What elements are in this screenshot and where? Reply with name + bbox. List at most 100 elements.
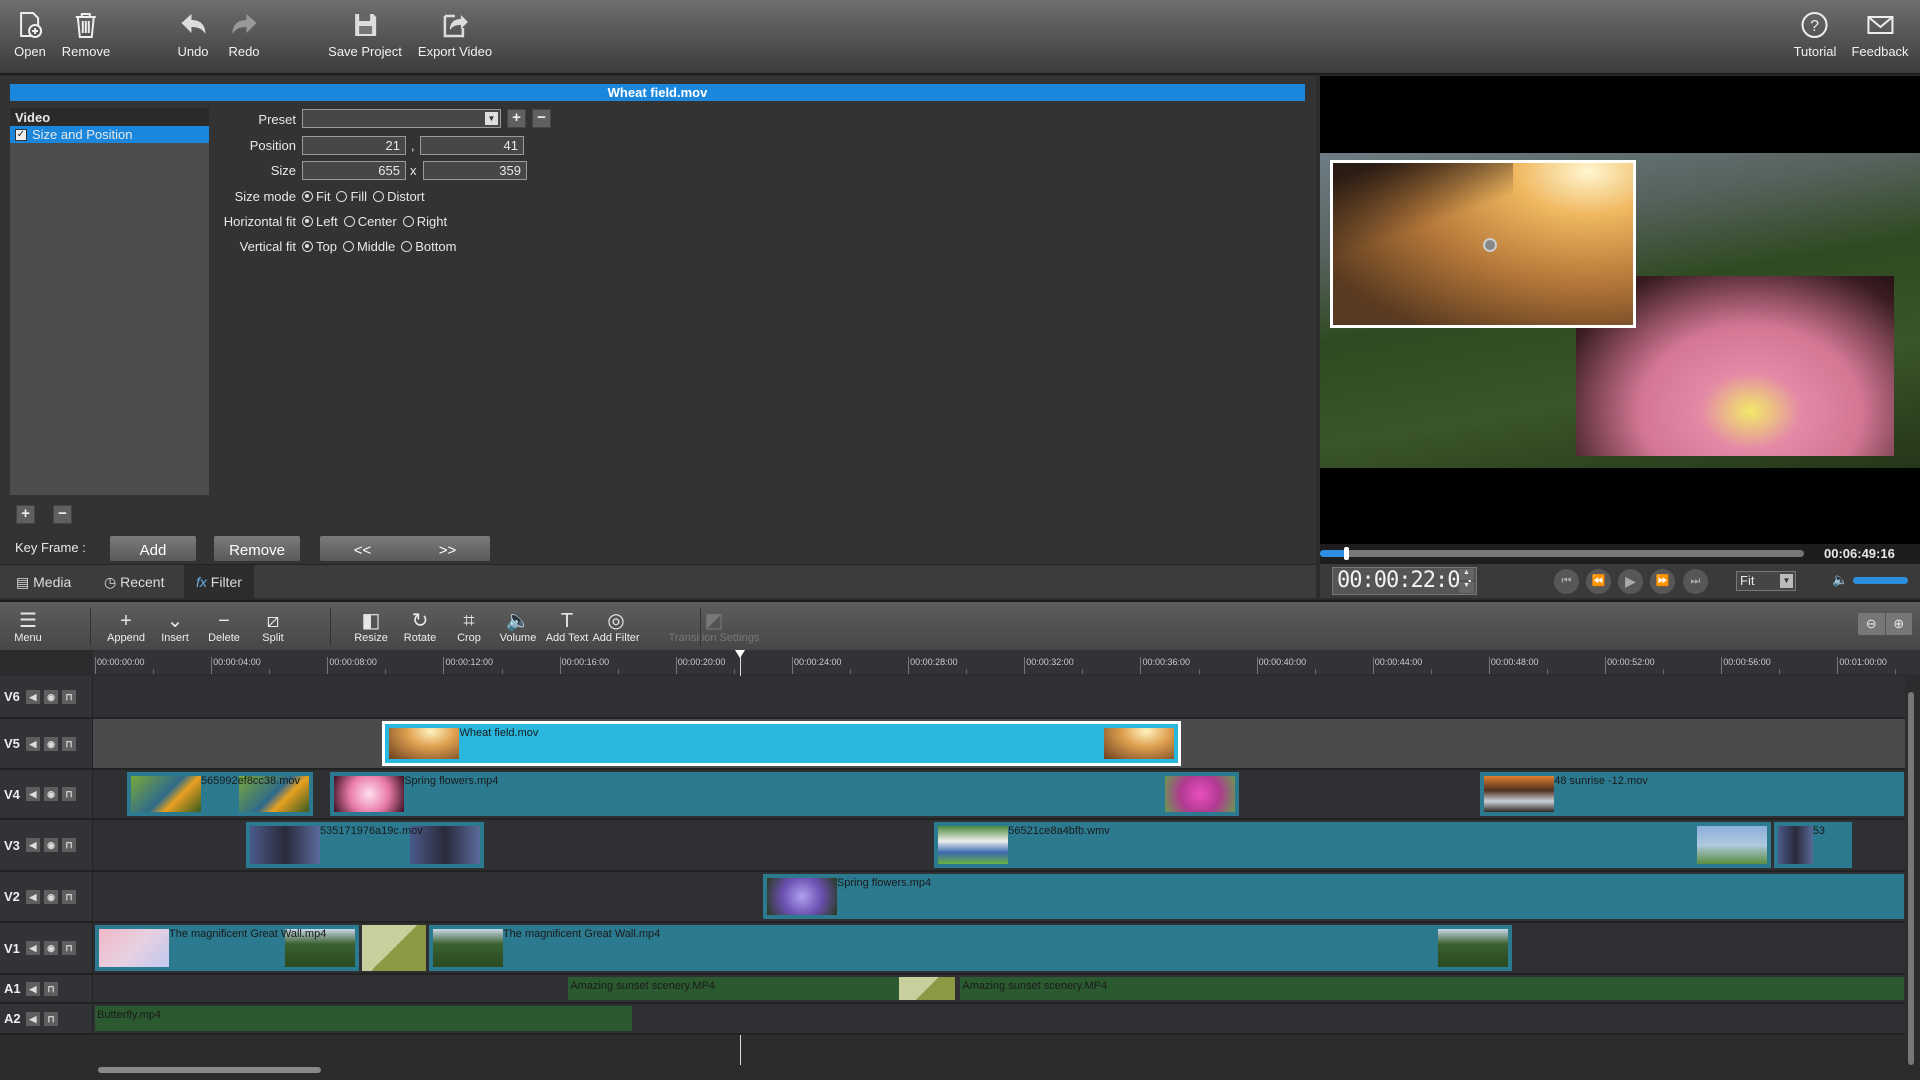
list-item-size-and-position[interactable]: ✓ Size and Position (10, 126, 209, 143)
skip-start-button[interactable]: ⏮ (1554, 569, 1579, 594)
tutorial-button[interactable]: ? Tutorial (1794, 10, 1836, 59)
volume-button[interactable]: 🔈 Volume (500, 610, 537, 644)
radio-top[interactable]: Top (302, 239, 337, 254)
remove-filter-button[interactable]: − (53, 505, 72, 524)
lock-icon[interactable]: ⊓ (44, 981, 58, 996)
transition[interactable] (362, 925, 427, 971)
rotate-button[interactable]: ↻ Rotate (404, 610, 436, 644)
timecode-up-button[interactable]: ▲ (1459, 569, 1474, 580)
clip[interactable]: 56521ce8a4bfb.wmv (934, 822, 1771, 868)
radio-distort[interactable]: Distort (373, 189, 425, 204)
size-height-input[interactable]: 359 (423, 161, 527, 180)
insert-button[interactable]: ⌄ Insert (161, 610, 189, 644)
add-filter-button[interactable]: ◎ Add Filter (592, 610, 639, 644)
add-text-button[interactable]: T Add Text (546, 610, 589, 644)
video-preview[interactable] (1320, 76, 1920, 544)
timecode-input[interactable]: 00:00:22:05 (1332, 567, 1477, 595)
eye-icon[interactable]: ◉ (44, 941, 58, 955)
anchor-handle[interactable] (1483, 238, 1497, 252)
keyframe-remove-button[interactable]: Remove (214, 536, 300, 561)
speaker-icon[interactable]: ◀ (26, 941, 40, 955)
lock-icon[interactable]: ⊓ (62, 838, 76, 852)
clip[interactable]: Butterfly.mp4 (95, 1006, 633, 1031)
clip[interactable]: 565992ef8cc38.mov (126, 772, 313, 816)
clip[interactable]: 535171976a19c.mov (246, 822, 485, 868)
radio-right[interactable]: Right (402, 214, 447, 229)
delete-button[interactable]: − Delete (208, 610, 240, 644)
timecode-down-button[interactable]: ▼ (1459, 582, 1474, 593)
clip[interactable]: Wheat field.mov (382, 721, 1182, 766)
clip[interactable]: The magnificent Great Wall.mp4 (428, 925, 1513, 971)
eye-icon[interactable]: ◉ (44, 889, 58, 904)
speaker-icon[interactable]: ◀ (26, 889, 40, 904)
save-project-button[interactable]: Save Project (328, 10, 402, 59)
eye-icon[interactable]: ◉ (44, 787, 58, 801)
fit-select[interactable]: Fit ▼ (1736, 571, 1796, 591)
radio-bottom[interactable]: Bottom (401, 239, 456, 254)
speaker-icon[interactable]: ◀ (26, 787, 40, 801)
transition[interactable] (899, 977, 955, 1000)
zoom-in-icon[interactable]: ⊕ (1886, 613, 1913, 635)
export-video-button[interactable]: Export Video (418, 10, 492, 59)
vertical-scrollbar[interactable] (1908, 692, 1914, 1065)
prev-keyframe-button[interactable]: << (354, 536, 372, 561)
zoom-out-icon[interactable]: ⊖ (1858, 613, 1886, 635)
preset-select[interactable]: ▼ (302, 109, 501, 128)
crop-button[interactable]: ⌗ Crop (457, 610, 481, 644)
clip[interactable]: Amazing sunset scenery.MP4 (960, 977, 1905, 1000)
clip[interactable]: 53 (1773, 822, 1852, 868)
radio-fit[interactable]: Fit (302, 189, 330, 204)
lock-icon[interactable]: ⊓ (62, 689, 76, 704)
rewind-button[interactable]: ⏪ (1586, 569, 1611, 594)
keyframe-add-button[interactable]: Add (110, 536, 196, 561)
eye-icon[interactable]: ◉ (44, 736, 58, 751)
speaker-icon[interactable]: ◀ (26, 1011, 40, 1026)
lock-icon[interactable]: ⊓ (62, 787, 76, 801)
split-button[interactable]: ⧄ Split (262, 610, 283, 644)
volume-slider[interactable] (1853, 577, 1908, 584)
preview-progress[interactable]: 00:06:49:16 (1320, 544, 1920, 564)
radio-center[interactable]: Center (343, 214, 397, 229)
speaker-icon[interactable]: ◀ (26, 838, 40, 852)
volume-icon[interactable]: 🔈 (1832, 572, 1848, 588)
speaker-icon[interactable]: ◀ (26, 736, 40, 751)
eye-icon[interactable]: ◉ (44, 838, 58, 852)
add-preset-button[interactable]: + (507, 109, 526, 128)
speaker-icon[interactable]: ◀ (26, 981, 40, 996)
lock-icon[interactable]: ⊓ (62, 889, 76, 904)
add-filter-button[interactable]: + (16, 505, 35, 524)
remove-button[interactable]: Remove (62, 10, 110, 59)
tab-media[interactable]: ▤ Media (4, 565, 83, 599)
horizontal-scrollbar[interactable] (98, 1067, 321, 1073)
redo-button[interactable]: Redo (228, 10, 260, 59)
append-button[interactable]: + Append (107, 610, 145, 644)
open-button[interactable]: Open (14, 10, 46, 59)
transition-settings-button[interactable]: ◩ Transition Settings (669, 610, 760, 644)
feedback-button[interactable]: Feedback (1851, 10, 1909, 59)
lock-icon[interactable]: ⊓ (62, 736, 76, 751)
progress-track[interactable] (1320, 547, 1804, 560)
lock-icon[interactable]: ⊓ (62, 941, 76, 955)
tab-recent[interactable]: ◷ Recent (92, 565, 176, 599)
clip[interactable]: 48 sunrise -12.mov (1480, 772, 1905, 816)
radio-middle[interactable]: Middle (342, 239, 395, 254)
clip[interactable]: The magnificent Great Wall.mp4 (95, 925, 360, 971)
next-keyframe-button[interactable]: >> (439, 536, 457, 561)
preview-wheat-overlay[interactable] (1330, 160, 1636, 328)
progress-handle[interactable] (1344, 547, 1350, 560)
clip[interactable]: Spring flowers.mp4 (330, 772, 1240, 816)
skip-end-button[interactable]: ⏭ (1683, 569, 1708, 594)
eye-icon[interactable]: ◉ (44, 689, 58, 704)
clip[interactable]: Spring flowers.mp4 (762, 874, 1905, 919)
radio-left[interactable]: Left (302, 214, 338, 229)
timeline-ruler[interactable]: 00:00:00:00 00:00:04:00 00:00:08:00 00:00:1… (93, 650, 1920, 674)
position-y-input[interactable]: 41 (420, 136, 524, 155)
size-width-input[interactable]: 655 (302, 161, 406, 180)
tab-filter[interactable]: fx Filter (184, 565, 254, 599)
fast-forward-button[interactable]: ⏩ (1650, 569, 1675, 594)
remove-preset-button[interactable]: − (532, 109, 551, 128)
resize-button[interactable]: ◧ Resize (354, 610, 388, 644)
clip[interactable]: Amazing sunset scenery.MP4 (568, 977, 900, 1000)
lock-icon[interactable]: ⊓ (44, 1011, 58, 1026)
radio-fill[interactable]: Fill (336, 189, 367, 204)
